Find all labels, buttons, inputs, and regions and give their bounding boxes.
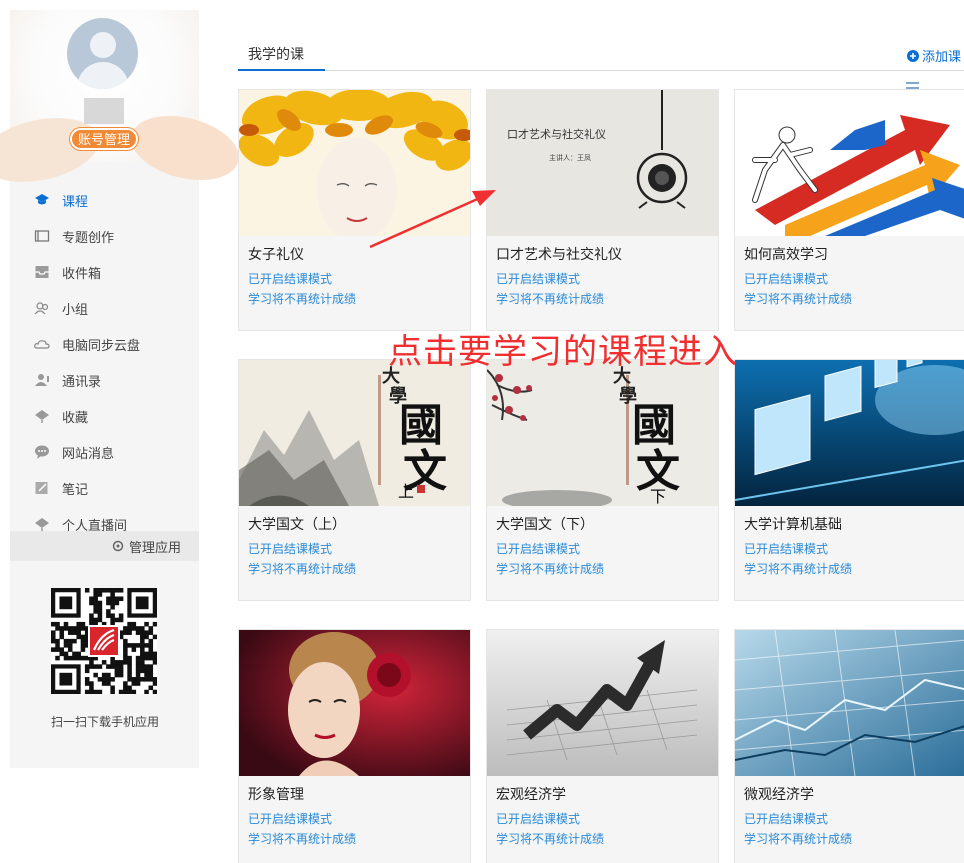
- course-cover: [735, 360, 964, 506]
- sidebar-item-topic[interactable]: 专题创作: [10, 218, 199, 254]
- course-cover: [239, 630, 470, 776]
- sidebar-item-cloud[interactable]: 电脑同步云盘: [10, 326, 199, 362]
- username-redacted: [84, 98, 124, 124]
- sidebar-item-label: 收件箱: [62, 266, 102, 282]
- course-status: 已开启结课模式: [496, 542, 581, 556]
- qr-code: [51, 588, 158, 695]
- course-cover: 口才艺术与社交礼仪 主讲人：王凤: [487, 90, 718, 236]
- course-status: 已开启结课模式: [744, 272, 829, 286]
- sidebar-item-label: 小组: [62, 302, 89, 318]
- course-status: 已开启结课模式: [248, 272, 333, 286]
- course-note: 学习将不再统计成绩: [248, 292, 357, 306]
- cover-char: 下: [650, 487, 666, 506]
- course-tab-bar: 我学的课 添加课: [238, 38, 964, 71]
- course-note: 学习将不再统计成绩: [744, 562, 853, 576]
- course-card[interactable]: 如何高效学习 已开启结课模式 学习将不再统计成绩: [734, 89, 964, 331]
- course-card[interactable]: 口才艺术与社交礼仪 主讲人：王凤 口才艺术与社交礼仪 已开启结课模式 学习将不再…: [486, 89, 719, 331]
- sidebar-item-label: 收藏: [62, 410, 89, 426]
- course-icon: [34, 192, 50, 208]
- course-cover: [239, 90, 470, 236]
- tab-active-indicator: [238, 69, 325, 71]
- course-note: 学习将不再统计成绩: [496, 292, 605, 306]
- course-title: 形象管理: [248, 787, 304, 803]
- cover-title-text: 口才艺术与社交礼仪: [507, 127, 606, 141]
- course-status: 已开启结课模式: [744, 542, 829, 556]
- sidebar-item-label: 专题创作: [62, 230, 115, 246]
- profile-panel: 账号管理: [0, 10, 246, 192]
- favorite-icon: [34, 408, 50, 424]
- course-status: 已开启结课模式: [248, 542, 333, 556]
- cover-char: 上: [398, 482, 414, 501]
- course-card[interactable]: 大学计算机基础 已开启结课模式 学习将不再统计成绩: [734, 359, 964, 601]
- group-icon: [34, 300, 50, 316]
- course-title: 微观经济学: [744, 787, 814, 803]
- qr-caption: 扫一扫下载手机应用: [50, 715, 159, 729]
- course-card[interactable]: 大 學 國 文 下 大学国文（下） 已开启结课模式 学习将不再统计成绩: [486, 359, 719, 601]
- course-card[interactable]: 微观经济学 已开启结课模式 学习将不再统计成绩: [734, 629, 964, 863]
- cover-subtitle-text: 主讲人：王凤: [549, 153, 591, 162]
- cover-char: 國: [399, 400, 443, 451]
- course-cover: [735, 90, 964, 236]
- course-status: 已开启结课模式: [744, 812, 829, 826]
- course-cover: [487, 630, 718, 776]
- annotation-text: 点击要学习的课程进入: [388, 332, 738, 372]
- course-title: 大学国文（下）: [496, 517, 594, 533]
- course-cover: 大 學 國 文 上: [239, 360, 470, 506]
- course-card[interactable]: 宏观经济学 已开启结课模式 学习将不再统计成绩: [486, 629, 719, 863]
- course-title: 如何高效学习: [744, 247, 828, 263]
- topic-icon: [34, 228, 50, 244]
- course-title: 女子礼仪: [248, 247, 304, 263]
- sidebar-item-label: 网站消息: [62, 446, 115, 462]
- manage-apps-label: 管理应用: [128, 540, 181, 556]
- sidebar-item-label: 电脑同步云盘: [62, 338, 141, 354]
- course-title: 大学国文（上）: [248, 517, 346, 533]
- course-card[interactable]: 形象管理 已开启结课模式 学习将不再统计成绩: [238, 629, 471, 863]
- sidebar-item-label: 课程: [62, 194, 89, 210]
- plus-circle-icon: [906, 49, 919, 62]
- course-note: 学习将不再统计成绩: [248, 562, 357, 576]
- list-icon[interactable]: [906, 82, 919, 89]
- add-course-button[interactable]: 添加课: [906, 46, 961, 65]
- sidebar-item-course[interactable]: 课程: [10, 182, 199, 218]
- course-status: 已开启结课模式: [248, 812, 333, 826]
- tab-my-courses[interactable]: 我学的课: [248, 44, 304, 64]
- inbox-icon: [34, 264, 50, 280]
- course-status: 已开启结课模式: [496, 812, 581, 826]
- message-icon: [34, 444, 50, 460]
- course-note: 学习将不再统计成绩: [744, 292, 853, 306]
- course-card[interactable]: 大 學 國 文 上 大学国文（上） 已开启结课模式 学习将不再统计成绩: [238, 359, 471, 601]
- cover-char: 國: [632, 400, 676, 451]
- add-course-label: 添加课: [921, 50, 961, 65]
- sidebar-item-contacts[interactable]: 通讯录: [10, 362, 199, 398]
- sidebar-item-label: 笔记: [62, 482, 89, 498]
- account-manage-button[interactable]: 账号管理: [70, 128, 138, 150]
- sidebar-item-favorite[interactable]: 收藏: [10, 398, 199, 434]
- course-title: 大学计算机基础: [744, 517, 842, 533]
- sidebar-item-group[interactable]: 小组: [10, 290, 199, 326]
- sidebar-item-label: 通讯录: [62, 374, 102, 390]
- course-note: 学习将不再统计成绩: [744, 832, 853, 846]
- course-title: 宏观经济学: [496, 787, 566, 803]
- sidebar-item-note[interactable]: 笔记: [10, 470, 199, 506]
- sidebar: 账号管理 课程 专题创作 收件箱 小组 电脑同步云盘 通讯录 收藏 网站消息 笔…: [0, 10, 246, 768]
- course-status: 已开启结课模式: [496, 272, 581, 286]
- course-card[interactable]: 女子礼仪 已开启结课模式 学习将不再统计成绩: [238, 89, 471, 331]
- manage-apps-button[interactable]: 管理应用: [10, 531, 199, 561]
- gear-icon: [112, 540, 124, 552]
- course-cover: 大 學 國 文 下: [487, 360, 718, 506]
- course-note: 学习将不再统计成绩: [496, 832, 605, 846]
- note-icon: [34, 480, 50, 496]
- sidebar-nav: 课程 专题创作 收件箱 小组 电脑同步云盘 通讯录 收藏 网站消息 笔记 个人直…: [10, 182, 199, 542]
- contacts-icon: [34, 372, 50, 388]
- course-cover: [735, 630, 964, 776]
- cloud-icon: [34, 336, 50, 352]
- course-title: 口才艺术与社交礼仪: [496, 247, 622, 263]
- course-note: 学习将不再统计成绩: [248, 832, 357, 846]
- course-note: 学习将不再统计成绩: [496, 562, 605, 576]
- sidebar-item-inbox[interactable]: 收件箱: [10, 254, 199, 290]
- avatar[interactable]: [67, 18, 138, 89]
- live-icon: [34, 516, 50, 532]
- sidebar-item-message[interactable]: 网站消息: [10, 434, 199, 470]
